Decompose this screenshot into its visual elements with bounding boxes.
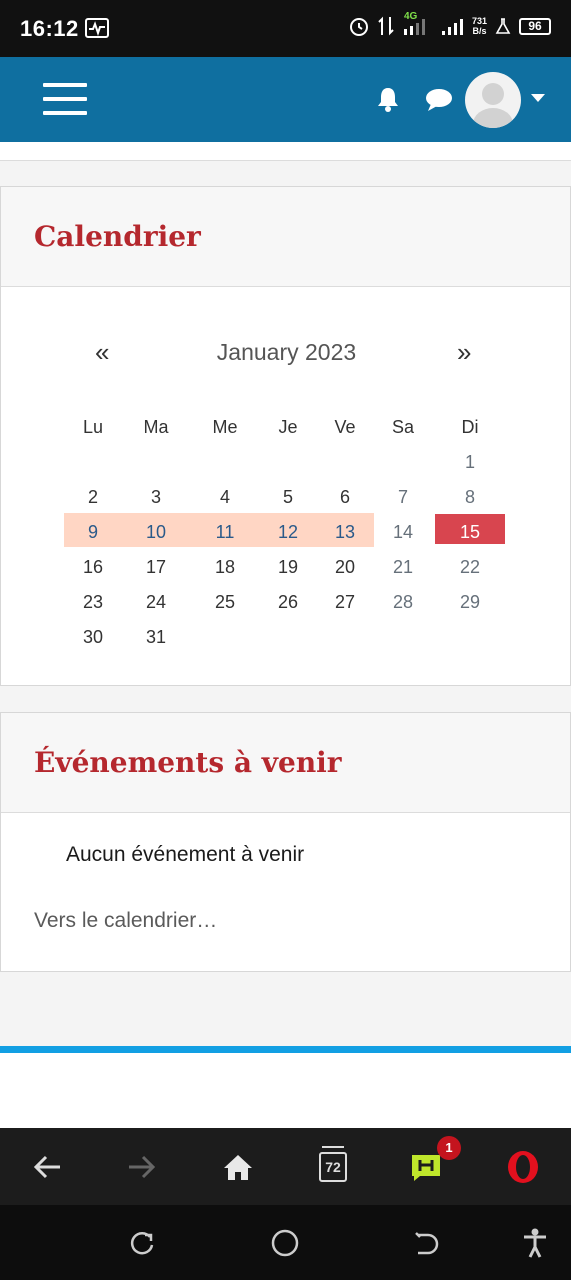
chevron-down-icon[interactable] [531, 94, 545, 102]
calendar-day[interactable]: 31 [131, 627, 181, 648]
battery-indicator: 96 [519, 17, 551, 35]
hype-icon [412, 1154, 440, 1181]
user-avatar[interactable] [465, 72, 521, 128]
signal-icon-2 [441, 19, 463, 35]
back-nav-icon[interactable] [414, 1231, 440, 1257]
calendar-day[interactable]: 27 [320, 592, 370, 613]
avatar-icon [473, 83, 513, 128]
weekday-header: Je [278, 417, 298, 437]
tabs-button[interactable]: 72 [303, 1128, 363, 1205]
calendar-day[interactable]: 30 [68, 627, 118, 648]
calendar-month: January 2023 [216, 339, 357, 365]
notification-badge: 1 [437, 1136, 461, 1160]
next-month-button[interactable]: » [457, 337, 471, 368]
previous-block-end [0, 142, 571, 161]
browser-toolbar: 72 1 [0, 1128, 571, 1205]
calendar-header: Calendrier [1, 187, 570, 287]
calendar-day[interactable]: 20 [320, 557, 370, 578]
calendar-day[interactable]: 19 [263, 557, 313, 578]
calendar-day[interactable]: 26 [263, 592, 313, 613]
calendar-day[interactable]: 3 [131, 487, 181, 508]
calendar-day[interactable]: 29 [445, 592, 495, 613]
opera-menu-button[interactable] [493, 1128, 553, 1205]
calendar-day[interactable]: 11 [200, 522, 250, 543]
events-header: Événements à venir [1, 713, 570, 813]
status-bar: 16:12 4G 731 B/s 96 [0, 0, 571, 57]
calendar-day[interactable]: 17 [131, 557, 181, 578]
calendar-day[interactable]: 1 [445, 452, 495, 473]
calendar-nav: « January 2023 » [1, 337, 571, 367]
calendar-day[interactable]: 28 [378, 592, 428, 613]
calendar-day[interactable]: 23 [68, 592, 118, 613]
status-icons: 4G 731 B/s 96 [348, 11, 551, 37]
flask-icon [495, 18, 511, 34]
calendar-title: Calendrier [34, 220, 201, 253]
events-title: Événements à venir [34, 746, 342, 779]
calendar-day[interactable]: 13 [320, 522, 370, 543]
footer-area [0, 1053, 571, 1128]
footer-accent-line [0, 1046, 571, 1053]
chat-icon[interactable] [425, 88, 453, 112]
signal-4g: 4G [402, 11, 432, 37]
calendar-day[interactable]: 14 [378, 522, 428, 543]
weekday-header: Lu [82, 417, 104, 437]
calendar-day[interactable]: 16 [68, 557, 118, 578]
net-speed: 731 B/s [472, 16, 487, 36]
weekday-header: Sa [391, 417, 415, 437]
system-nav-bar [0, 1205, 571, 1280]
back-button[interactable] [17, 1128, 77, 1205]
accessibility-icon[interactable] [521, 1227, 549, 1259]
back-icon [33, 1155, 60, 1178]
app-bar [0, 57, 571, 142]
calendar-day[interactable]: 9 [68, 522, 118, 543]
weekday-header: Di [461, 417, 479, 437]
data-transfer-icon [378, 16, 394, 36]
activity-icon [85, 18, 109, 38]
events-block: Événements à venir Aucun événement à ven… [0, 712, 571, 972]
weekday-header: Ve [334, 417, 356, 437]
calendar-day[interactable]: 21 [378, 557, 428, 578]
calendar-day[interactable]: 8 [445, 487, 495, 508]
calendar-day[interactable]: 22 [445, 557, 495, 578]
calendar-day[interactable]: 4 [200, 487, 250, 508]
home-button[interactable] [208, 1128, 268, 1205]
weekday-header: Ma [143, 417, 169, 437]
calendar-day[interactable]: 12 [263, 522, 313, 543]
opera-icon [508, 1150, 538, 1183]
recent-apps-icon[interactable] [130, 1231, 156, 1257]
bell-icon[interactable] [375, 86, 401, 112]
calendar-day[interactable]: 18 [200, 557, 250, 578]
menu-icon[interactable] [43, 83, 87, 115]
calendar-day[interactable]: 6 [320, 487, 370, 508]
home-circle-icon[interactable] [271, 1229, 299, 1257]
alarm-icon [349, 18, 368, 36]
calendar-day[interactable]: 24 [131, 592, 181, 613]
go-to-calendar-link[interactable]: Vers le calendrier… [34, 909, 217, 933]
net-speed-unit: B/s [472, 26, 487, 36]
weekday-header: Me [212, 417, 238, 437]
events-empty-text: Aucun événement à venir [66, 843, 305, 866]
calendar-day[interactable]: 2 [68, 487, 118, 508]
calendar-day[interactable]: 7 [378, 487, 428, 508]
home-icon [224, 1154, 252, 1180]
tabs-icon: 72 [319, 1145, 347, 1182]
calendar-day-today[interactable]: 15 [445, 522, 495, 543]
tabs-count: 72 [319, 1151, 347, 1182]
calendar-day[interactable]: 5 [263, 487, 313, 508]
signal-icon [403, 19, 425, 35]
calendar-day[interactable]: 10 [131, 522, 181, 543]
net-speed-value: 731 [471, 16, 487, 26]
calendar-day[interactable]: 25 [200, 592, 250, 613]
calendar-block: Calendrier « January 2023 » Lu Ma Me Je Ve Sa… [0, 186, 571, 686]
forward-button[interactable] [112, 1128, 172, 1205]
status-time: 16:12 [20, 16, 79, 41]
forward-icon [129, 1155, 156, 1178]
